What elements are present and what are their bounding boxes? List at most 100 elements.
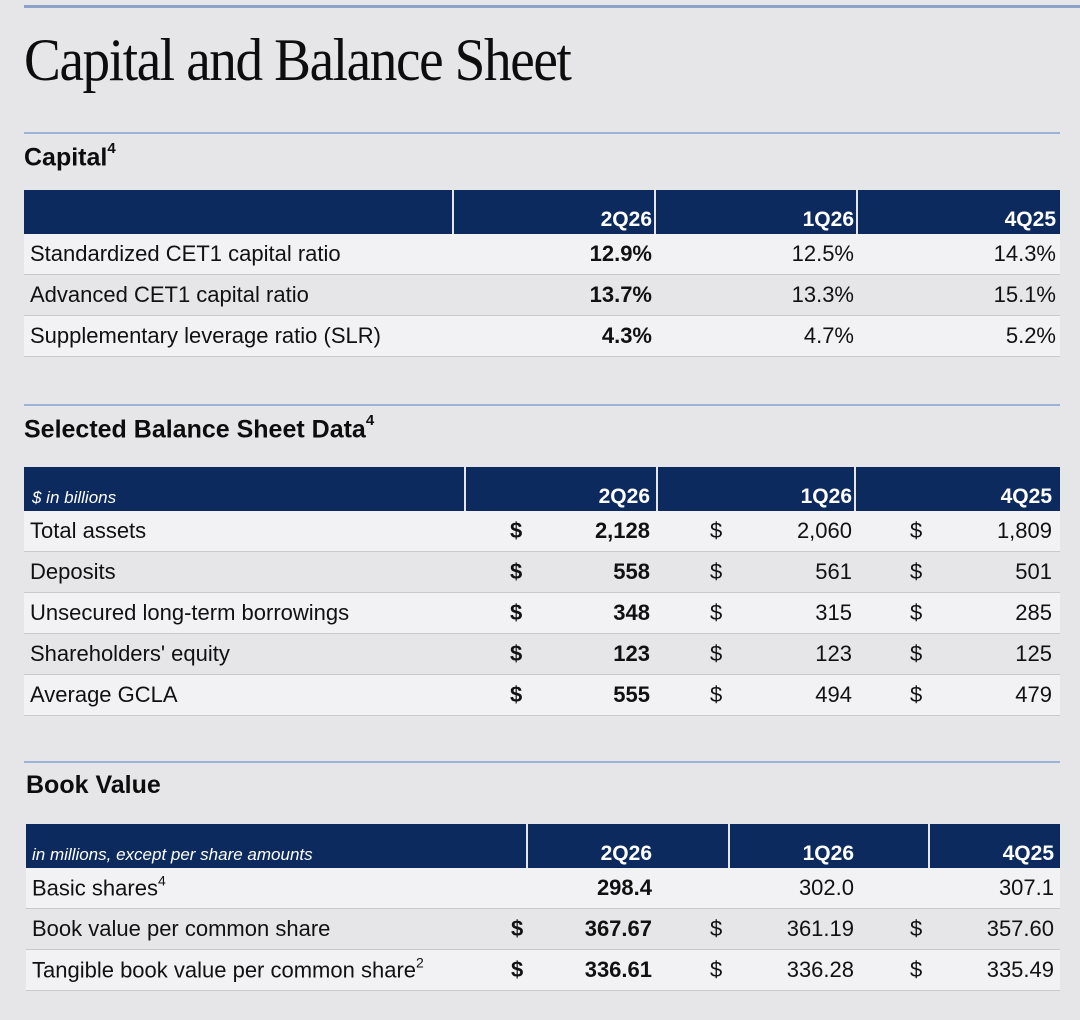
currency-symbol: $	[910, 600, 923, 625]
currency-symbol: $	[910, 957, 923, 982]
row-label: Unsecured long-term borrowings	[30, 600, 350, 625]
currency-symbol: $	[710, 518, 723, 543]
value-1q26: 4.7%	[803, 323, 854, 348]
balance-sheet-table-header: $ in billions 2Q26 1Q26 4Q25	[24, 467, 1060, 511]
value-2q26: 12.9%	[589, 241, 652, 266]
row-label: Supplementary leverage ratio (SLR)	[30, 323, 381, 348]
value-1q26: 123	[815, 641, 852, 666]
currency-symbol: $	[910, 916, 923, 941]
currency-symbol: $	[710, 600, 723, 625]
value-2q26: 336.61	[584, 957, 652, 982]
table-row: Advanced CET1 capital ratio 13.7% 13.3% …	[24, 275, 1060, 316]
section-divider	[24, 761, 1060, 763]
value-1q26: 561	[815, 559, 852, 584]
capital-table-header: 2Q26 1Q26 4Q25	[24, 190, 1060, 234]
value-4q25: 5.2%	[1005, 323, 1056, 348]
currency-symbol: $	[511, 916, 524, 941]
row-label: Basic shares4	[32, 872, 166, 901]
col-header-4q25: 4Q25	[1002, 842, 1054, 865]
value-1q26: 494	[815, 682, 852, 707]
table-row: Supplementary leverage ratio (SLR) 4.3% …	[24, 316, 1060, 357]
table-row: Basic shares4 298.4 302.0 307.1	[26, 868, 1060, 909]
value-4q25: 501	[1015, 559, 1052, 584]
top-rule	[24, 5, 1080, 8]
currency-symbol: $	[710, 957, 723, 982]
table-row: Standardized CET1 capital ratio 12.9% 12…	[24, 234, 1060, 275]
col-header-4q25: 4Q25	[1004, 208, 1056, 231]
book-value-table-header: in millions, except per share amounts 2Q…	[26, 824, 1060, 868]
unit-label: in millions, except per share amounts	[32, 845, 313, 864]
col-header-4q25: 4Q25	[1000, 485, 1052, 508]
value-2q26: 4.3%	[601, 323, 652, 348]
col-header-2q26: 2Q26	[600, 842, 652, 865]
row-label: Shareholders' equity	[30, 641, 230, 666]
table-row: Total assets $ 2,128 $ 2,060 $ 1,809	[24, 511, 1060, 552]
capital-table: 2Q26 1Q26 4Q25 Standardized CET1 capital…	[24, 190, 1060, 357]
value-2q26: 2,128	[594, 518, 650, 543]
row-label: Deposits	[30, 559, 116, 584]
value-1q26: 2,060	[796, 518, 852, 543]
book-value-table: in millions, except per share amounts 2Q…	[26, 824, 1060, 991]
book-value-title: Book Value	[26, 771, 161, 799]
value-1q26: 315	[815, 600, 852, 625]
value-4q25: 1,809	[996, 518, 1052, 543]
currency-symbol: $	[910, 559, 923, 584]
value-4q25: 357.60	[986, 916, 1054, 941]
value-4q25: 307.1	[998, 875, 1054, 900]
row-label: Book value per common share	[32, 916, 331, 941]
currency-symbol: $	[510, 559, 523, 584]
value-1q26: 13.3%	[791, 282, 854, 307]
row-label: Total assets	[30, 518, 147, 543]
capital-title: Capital4	[24, 140, 116, 172]
book-value-section-header: Book Value	[24, 761, 1060, 800]
col-header-1q26: 1Q26	[802, 842, 854, 865]
row-label: Standardized CET1 capital ratio	[30, 241, 341, 266]
value-1q26: 12.5%	[791, 241, 854, 266]
table-row: Deposits $ 558 $ 561 $ 501	[24, 552, 1060, 593]
currency-symbol: $	[510, 600, 523, 625]
value-1q26: 361.19	[786, 916, 854, 941]
value-2q26: 123	[613, 641, 650, 666]
value-1q26: 336.28	[786, 957, 854, 982]
table-row: Average GCLA $ 555 $ 494 $ 479	[24, 675, 1060, 716]
value-4q25: 14.3%	[993, 241, 1056, 266]
unit-label: $ in billions	[32, 488, 117, 507]
balance-sheet-table: $ in billions 2Q26 1Q26 4Q25 Total asset…	[24, 467, 1060, 716]
value-2q26: 348	[613, 600, 650, 625]
col-header-1q26: 1Q26	[802, 208, 854, 231]
page-title: Capital and Balance Sheet	[24, 27, 572, 93]
value-4q25: 479	[1015, 682, 1052, 707]
value-4q25: 285	[1015, 600, 1052, 625]
currency-symbol: $	[710, 559, 723, 584]
value-4q25: 335.49	[986, 957, 1054, 982]
value-4q25: 125	[1015, 641, 1052, 666]
currency-symbol: $	[910, 518, 923, 543]
table-row: Book value per common share $ 367.67 $ 3…	[26, 909, 1060, 950]
currency-symbol: $	[511, 957, 524, 982]
row-label: Tangible book value per common share2	[32, 954, 424, 983]
section-divider	[24, 404, 1060, 406]
header-band	[24, 190, 452, 234]
col-header-2q26: 2Q26	[598, 485, 650, 508]
value-2q26: 298.4	[596, 875, 652, 900]
currency-symbol: $	[910, 682, 923, 707]
section-divider	[24, 132, 1060, 134]
currency-symbol: $	[510, 641, 523, 666]
currency-symbol: $	[710, 641, 723, 666]
capital-section-header: Capital4	[24, 132, 1060, 172]
currency-symbol: $	[510, 518, 523, 543]
table-row: Unsecured long-term borrowings $ 348 $ 3…	[24, 593, 1060, 634]
table-row: Shareholders' equity $ 123 $ 123 $ 125	[24, 634, 1060, 675]
currency-symbol: $	[710, 682, 723, 707]
value-2q26: 558	[613, 559, 650, 584]
balance-sheet-section-header: Selected Balance Sheet Data4	[24, 404, 1060, 444]
value-2q26: 13.7%	[589, 282, 652, 307]
value-2q26: 367.67	[584, 916, 652, 941]
col-header-2q26: 2Q26	[600, 208, 652, 231]
currency-symbol: $	[910, 641, 923, 666]
currency-symbol: $	[710, 916, 723, 941]
currency-symbol: $	[510, 682, 523, 707]
value-1q26: 302.0	[798, 875, 854, 900]
value-4q25: 15.1%	[993, 282, 1056, 307]
table-row: Tangible book value per common share2 $ …	[26, 950, 1060, 991]
